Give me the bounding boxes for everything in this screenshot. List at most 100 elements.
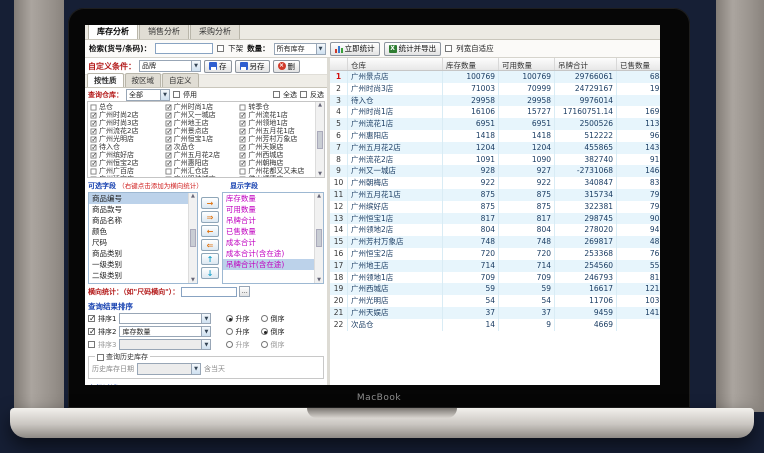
- table-row[interactable]: 6广州惠阳店141814185122229612: [330, 130, 660, 142]
- checkbox[interactable]: [240, 112, 246, 118]
- table-row[interactable]: 7广州五月花2店1204120445586514319: [330, 142, 660, 154]
- warehouse-item[interactable]: 广州服装城店: [165, 175, 240, 178]
- scroll-down-icon[interactable]: ▼: [189, 277, 197, 283]
- checkbox[interactable]: [240, 168, 246, 174]
- chevron-down-icon[interactable]: ▼: [191, 61, 200, 71]
- left-tab[interactable]: 按性质: [87, 73, 124, 87]
- warehouse-item[interactable]: 广州缤好店: [90, 151, 165, 159]
- checkbox[interactable]: [91, 128, 97, 134]
- warehouse-item[interactable]: 广州领地1店: [239, 119, 314, 127]
- scroll-down-icon[interactable]: ▼: [316, 171, 324, 177]
- warehouse-item[interactable]: 广州时尚2店: [90, 111, 165, 119]
- table-row[interactable]: 8广州流花2店109110903827409165: [330, 154, 660, 166]
- table-row[interactable]: 16广州恒宝2店7207202533687626: [330, 248, 660, 260]
- checkbox[interactable]: [165, 176, 171, 178]
- warehouse-item[interactable]: 广州朝梅店: [239, 159, 314, 167]
- warehouse-item[interactable]: 广州惠阳店: [165, 159, 240, 167]
- move-all-right-icon[interactable]: ⇒: [201, 211, 219, 223]
- display-field-item[interactable]: 可用数量: [223, 204, 314, 215]
- desc-radio[interactable]: [261, 341, 268, 348]
- column-header[interactable]: 仓库: [348, 58, 443, 70]
- warehouse-item[interactable]: 总仓: [90, 103, 165, 111]
- chevron-down-icon[interactable]: ▼: [191, 364, 200, 374]
- condition-select[interactable]: 品牌 ▼: [139, 60, 201, 72]
- offshelf-checkbox[interactable]: [217, 45, 224, 52]
- checkbox[interactable]: [240, 144, 246, 150]
- chevron-down-icon[interactable]: ▼: [201, 314, 210, 323]
- warehouse-item[interactable]: 广州五月花1店: [239, 127, 314, 135]
- left-tab[interactable]: 自定义: [162, 73, 199, 87]
- column-header[interactable]: 可用数量: [499, 58, 555, 70]
- warehouse-item[interactable]: 广州景点店: [165, 127, 240, 135]
- save-button[interactable]: 存: [204, 60, 232, 73]
- column-header[interactable]: 已售数量: [617, 58, 660, 70]
- available-field-item[interactable]: 一级类别: [89, 259, 188, 270]
- chevron-down-icon[interactable]: ▼: [201, 340, 210, 349]
- warehouse-scope-select[interactable]: 全部 ▼: [126, 89, 170, 101]
- table-row[interactable]: 19广州西城店59591661712169: [330, 283, 660, 295]
- display-field-item[interactable]: 吊牌合计: [223, 215, 314, 226]
- desc-radio[interactable]: [261, 315, 268, 322]
- display-field-item[interactable]: 库存数量: [223, 193, 314, 204]
- warehouse-item[interactable]: 广州延安店: [90, 175, 165, 178]
- move-all-left-icon[interactable]: ⇐: [201, 239, 219, 251]
- checkbox[interactable]: [165, 168, 171, 174]
- warehouse-scrollbar[interactable]: ▲ ▼: [315, 102, 324, 177]
- checkbox[interactable]: [91, 136, 97, 142]
- warehouse-item[interactable]: 广州流花1店: [239, 111, 314, 119]
- display-field-item[interactable]: 成本合计: [223, 237, 314, 248]
- sort-enable-checkbox[interactable]: [88, 328, 95, 335]
- warehouse-item[interactable]: 广州西城店: [239, 151, 314, 159]
- sort-field-select[interactable]: ▼: [119, 339, 211, 350]
- warehouse-item[interactable]: 广州时尚3店: [90, 119, 165, 127]
- warehouse-item[interactable]: 广州广百店: [90, 167, 165, 175]
- scroll-thumb[interactable]: [317, 131, 323, 149]
- checkbox[interactable]: [240, 176, 246, 178]
- asc-radio[interactable]: [226, 341, 233, 348]
- checkbox[interactable]: [165, 144, 171, 150]
- move-down-icon[interactable]: ↓: [201, 267, 219, 279]
- warehouse-item[interactable]: 广州地王店: [165, 119, 240, 127]
- warehouse-item[interactable]: 佛山顺德店: [239, 175, 314, 178]
- scroll-thumb[interactable]: [190, 229, 196, 247]
- warehouse-item[interactable]: 广州天娱店: [239, 143, 314, 151]
- display-fields-scrollbar[interactable]: ▲ ▼: [314, 193, 323, 283]
- table-row[interactable]: 14广州领地2店8048042780209414: [330, 224, 660, 236]
- warehouse-item[interactable]: 广州又一城店: [165, 111, 240, 119]
- history-date-select[interactable]: ▼: [137, 363, 201, 375]
- checkbox[interactable]: [240, 160, 246, 166]
- available-field-item[interactable]: 颜色: [89, 226, 188, 237]
- table-row[interactable]: 13广州恒宝1店8178172987459046: [330, 213, 660, 225]
- autowidth-checkbox[interactable]: [445, 45, 452, 52]
- table-row[interactable]: 10广州朝梅店9229223408478385: [330, 177, 660, 189]
- stat-now-button[interactable]: 立即统计: [330, 42, 380, 56]
- table-row[interactable]: 9广州又一城店928927-273106814641: [330, 165, 660, 177]
- asc-radio[interactable]: [226, 328, 233, 335]
- qty-select[interactable]: 所有库存 ▼: [274, 43, 326, 55]
- table-row[interactable]: 3待入仓299582995899760148: [330, 95, 660, 107]
- scroll-down-icon[interactable]: ▼: [315, 277, 323, 283]
- select-all-checkbox[interactable]: [273, 91, 280, 98]
- checkbox[interactable]: [91, 144, 97, 150]
- history-checkbox[interactable]: [97, 354, 104, 361]
- warehouse-item[interactable]: 广州恒宝2店: [90, 159, 165, 167]
- display-field-item[interactable]: 已售数量: [223, 226, 314, 237]
- cross-stat-picker-button[interactable]: …: [239, 286, 250, 297]
- table-row[interactable]: 22次品仓14946690: [330, 319, 660, 331]
- app-tab[interactable]: 采购分析: [190, 25, 240, 39]
- app-tab[interactable]: 销售分析: [139, 25, 189, 39]
- table-row[interactable]: 11广州五月花1店8758753157347972: [330, 189, 660, 201]
- warehouse-item[interactable]: 广州时尚1店: [165, 103, 240, 111]
- table-row[interactable]: 2广州时尚3店7100370999247291671967: [330, 83, 660, 95]
- available-fields-list[interactable]: 商品编号商品款号商品名称颜色尺码商品类别一级类别二级类别 ▲ ▼: [88, 192, 198, 284]
- table-row[interactable]: 1广州景点店100769100769297660616848: [330, 71, 660, 83]
- scroll-up-icon[interactable]: ▲: [316, 102, 324, 108]
- available-fields-scrollbar[interactable]: ▲ ▼: [188, 193, 197, 283]
- available-field-item[interactable]: 尺码: [89, 237, 188, 248]
- move-left-icon[interactable]: ←: [201, 225, 219, 237]
- warehouse-item[interactable]: 广州五月花2店: [165, 151, 240, 159]
- warehouse-item[interactable]: 转季仓: [239, 103, 314, 111]
- checkbox[interactable]: [165, 104, 171, 110]
- search-input[interactable]: [155, 43, 213, 54]
- table-row[interactable]: 15广州芳村万象店7487482698174899: [330, 236, 660, 248]
